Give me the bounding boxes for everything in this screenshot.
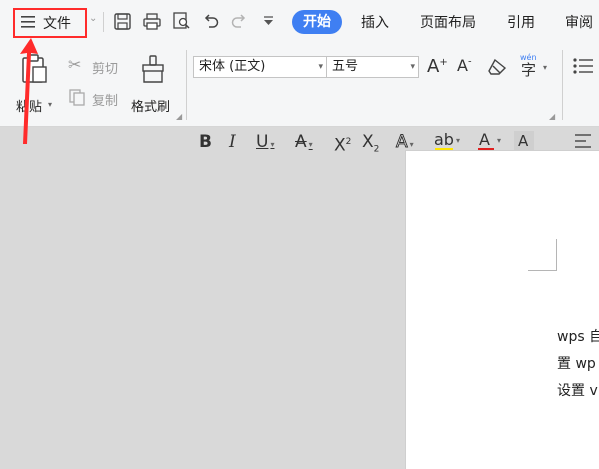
- document-page[interactable]: wps 自 置 wp 设置 v: [405, 150, 599, 469]
- chevron-down-icon: ▾: [497, 136, 502, 145]
- highlighter-icon: ab: [434, 130, 454, 149]
- save-icon[interactable]: [114, 13, 131, 30]
- superscript-icon[interactable]: X2: [334, 132, 351, 156]
- margin-corner-mark: [528, 270, 557, 271]
- print-preview-icon[interactable]: [173, 12, 191, 30]
- cut-label: 剪切: [92, 62, 119, 77]
- phonetic-guide-icon: 字: [521, 61, 537, 79]
- title-tab-bar: 文件 ⌄ 开始 插入 页面布局 引用 审阅: [0, 0, 599, 44]
- bold-icon[interactable]: B: [199, 132, 212, 152]
- character-shading-button[interactable]: A: [514, 131, 534, 151]
- margin-corner-mark: [556, 239, 557, 271]
- copy-icon: [69, 89, 85, 106]
- tab-review[interactable]: 审阅: [565, 12, 593, 32]
- annotation-arrow: [20, 38, 38, 144]
- dialog-launcher-icon[interactable]: ◢: [549, 112, 555, 121]
- phonetic-guide-button[interactable]: wén 字 ▾: [518, 53, 552, 79]
- bullet-list-icon[interactable]: [573, 58, 593, 74]
- customize-toolbar-icon[interactable]: [263, 16, 274, 26]
- tab-insert[interactable]: 插入: [361, 12, 389, 32]
- italic-icon[interactable]: I: [229, 132, 236, 152]
- clear-formatting-icon[interactable]: [488, 58, 508, 76]
- strikethrough-icon[interactable]: A ▾: [295, 132, 313, 155]
- grow-font-icon[interactable]: A+: [427, 56, 448, 77]
- document-text-line: 设置 v: [557, 383, 598, 399]
- character-shading-icon: A: [518, 132, 529, 150]
- toolbar-divider: [103, 12, 104, 32]
- scissors-icon: ✂: [68, 55, 82, 74]
- ribbon-divider: [562, 50, 563, 120]
- format-painter-label: 格式刷: [131, 100, 171, 115]
- font-family-select[interactable]: 宋体 (正文) ▾: [193, 56, 327, 78]
- print-icon[interactable]: [143, 13, 161, 30]
- format-painter-icon: [142, 55, 164, 83]
- ribbon-divider: [186, 50, 187, 120]
- copy-button[interactable]: 复制: [68, 88, 124, 109]
- document-text-line: wps 自: [557, 329, 599, 345]
- font-size-select[interactable]: 五号 ▾: [326, 56, 419, 78]
- underline-icon[interactable]: U ▾: [256, 132, 274, 155]
- document-text-line: 置 wp: [557, 356, 596, 372]
- redo-icon[interactable]: [231, 13, 247, 29]
- tab-references[interactable]: 引用: [507, 12, 535, 32]
- subscript-icon[interactable]: X2: [362, 132, 379, 159]
- chevron-down-icon[interactable]: ⌄: [89, 13, 97, 24]
- undo-icon[interactable]: [203, 13, 219, 29]
- font-family-value: 宋体 (正文): [199, 59, 266, 74]
- chevron-down-icon: ▾: [543, 63, 548, 72]
- cut-button[interactable]: ✂ 剪切: [68, 55, 124, 77]
- chevron-down-icon: ▾: [48, 100, 53, 109]
- dialog-launcher-icon[interactable]: ◢: [176, 112, 182, 121]
- format-painter-button[interactable]: 格式刷: [128, 52, 178, 115]
- annotation-highlight-box: [13, 8, 87, 38]
- shrink-font-icon[interactable]: A-: [457, 56, 472, 75]
- chevron-down-icon: ▾: [456, 136, 461, 145]
- chevron-down-icon: ▾: [318, 62, 323, 72]
- tab-page-layout[interactable]: 页面布局: [420, 12, 476, 32]
- tab-home[interactable]: 开始: [292, 10, 342, 34]
- align-left-icon[interactable]: [575, 134, 595, 148]
- ribbon-home: 粘贴 ▾ ✂ 剪切 复制 格式刷 ◢ 宋体 (正文) ▾ 五号 ▾ A+ A- …: [0, 44, 599, 156]
- copy-label: 复制: [92, 94, 119, 109]
- font-color-icon: A: [479, 130, 490, 149]
- font-size-value: 五号: [332, 59, 359, 74]
- chevron-down-icon: ▾: [410, 62, 415, 72]
